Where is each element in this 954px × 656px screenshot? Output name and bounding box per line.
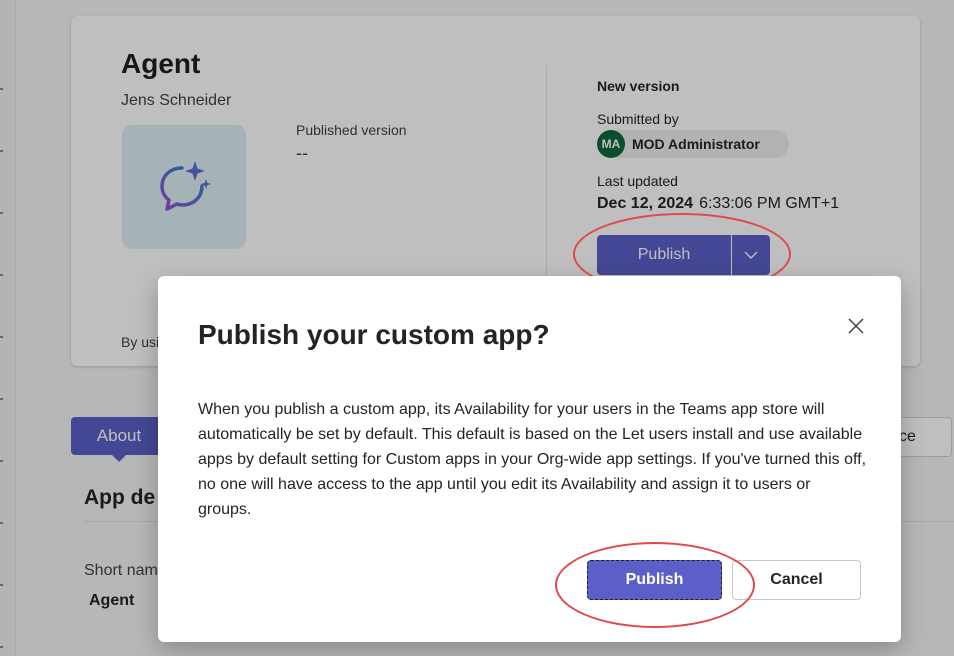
dialog-title: Publish your custom app? (198, 319, 550, 350)
publish-dialog: Publish your custom app? When you publis… (158, 276, 901, 642)
close-icon (848, 318, 864, 334)
dialog-message: When you publish a custom app, its Avail… (198, 401, 867, 518)
confirm-publish-button[interactable]: Publish (587, 560, 722, 600)
close-button[interactable] (844, 314, 868, 338)
cancel-button[interactable]: Cancel (732, 560, 861, 600)
